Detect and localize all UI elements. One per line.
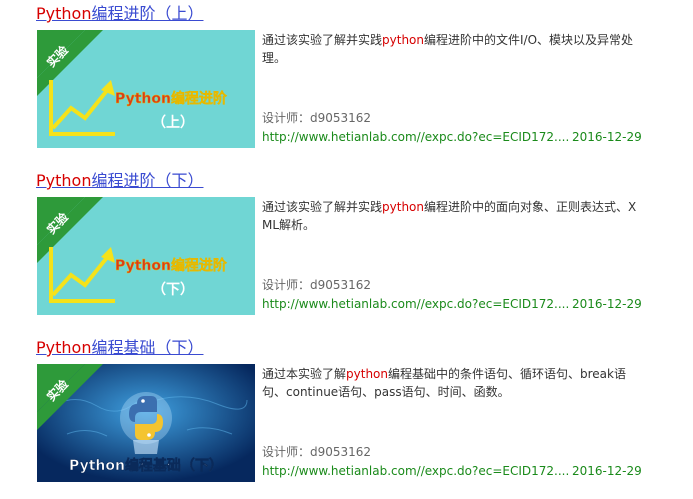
- result-date: 2016-12-29: [572, 130, 642, 144]
- title-keyword: Python: [36, 4, 92, 23]
- title-text: 编程基础（下）: [91, 338, 204, 357]
- title-text: 编程进阶（下）: [91, 171, 204, 190]
- title-keyword: Python: [36, 171, 92, 190]
- result-description: 通过该实验了解并实践python编程进阶中的文件I/O、模块以及异常处理。: [262, 33, 634, 65]
- designer-label: 设计师：d9053162: [262, 445, 372, 459]
- result-url-link[interactable]: http://www.hetianlab.com//expc.do?ec=ECI…: [262, 128, 569, 146]
- thumb-title-keyword: Python: [115, 91, 171, 107]
- desc-keyword: python: [382, 200, 424, 214]
- search-result: Python编程进阶（上） 实验 Python编程进阶 （上） 通过该实验了解并…: [0, 0, 693, 160]
- result-date: 2016-12-29: [572, 297, 642, 311]
- desc-keyword: python: [382, 33, 424, 47]
- result-thumbnail[interactable]: 实验 Python编程进阶 （下）: [37, 197, 255, 315]
- result-url-link[interactable]: http://www.hetianlab.com//expc.do?ec=ECI…: [262, 295, 569, 313]
- result-date: 2016-12-29: [572, 464, 642, 478]
- svg-text:Python编程进阶: Python编程进阶: [115, 257, 228, 274]
- thumb-caption: Python编程基础（下）: [69, 457, 223, 474]
- result-thumbnail[interactable]: 实验 Python编程进阶 （上）: [37, 30, 255, 148]
- thumb-subtitle: （下）: [152, 282, 194, 298]
- result-url-link[interactable]: http://www.hetianlab.com//expc.do?ec=ECI…: [262, 462, 569, 480]
- thumb-subtitle: （上）: [152, 115, 194, 131]
- title-text: 编程进阶（上）: [91, 4, 204, 23]
- result-description: 通过该实验了解并实践python编程进阶中的面向对象、正则表达式、XML解析。: [262, 200, 637, 232]
- result-title-link[interactable]: Python编程基础（下）: [36, 338, 203, 358]
- result-title-link[interactable]: Python编程进阶（下）: [36, 171, 203, 191]
- svg-text:Python编程进阶: Python编程进阶: [115, 90, 228, 107]
- designer-label: 设计师：d9053162: [262, 111, 372, 125]
- desc-keyword: python: [346, 367, 388, 381]
- thumb-title-text: 编程进阶: [171, 90, 228, 107]
- thumb-title-text: 编程进阶: [171, 257, 228, 274]
- designer-label: 设计师：d9053162: [262, 278, 372, 292]
- result-description: 通过本实验了解python编程基础中的条件语句、循环语句、break语句、con…: [262, 367, 626, 399]
- search-result: Python编程进阶（下） 实验 Python编程进阶 （下） 通过该实验了解并…: [0, 167, 693, 327]
- thumb-title-keyword: Python: [115, 258, 171, 274]
- search-result: Python编程基础（下） 实验 Python编程基础（下） 通过本实验了解py…: [0, 334, 693, 494]
- result-title-link[interactable]: Python编程进阶（上）: [36, 4, 203, 24]
- title-keyword: Python: [36, 338, 92, 357]
- result-thumbnail[interactable]: 实验 Python编程基础（下）: [37, 364, 255, 482]
